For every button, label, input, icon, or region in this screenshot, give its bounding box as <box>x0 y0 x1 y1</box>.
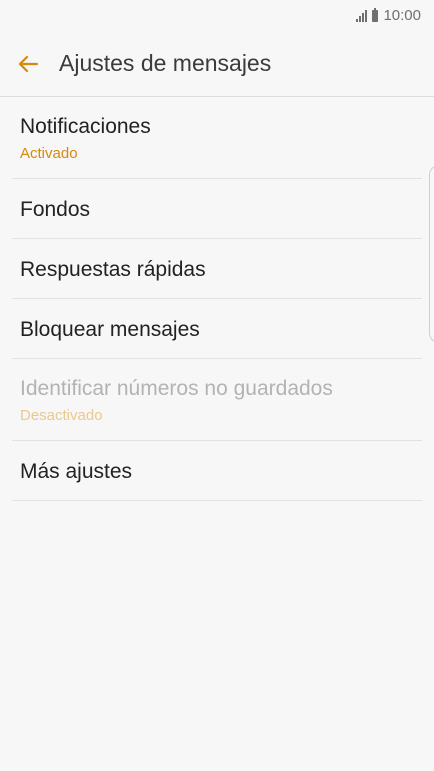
setting-status: Activado <box>20 145 78 162</box>
setting-title: Bloquear mensajes <box>20 318 200 341</box>
settings-screen: 10:00 Ajustes de mensajes Notificaciones… <box>0 0 434 771</box>
setting-respuestas-rapidas[interactable]: Respuestas rápidas <box>12 239 422 299</box>
page-title: Ajustes de mensajes <box>59 50 272 76</box>
edge-panel-handle[interactable] <box>429 165 434 343</box>
status-bar: 10:00 <box>0 0 434 32</box>
status-indicators: 10:00 <box>356 7 421 24</box>
setting-title: Fondos <box>20 198 91 221</box>
status-time: 10:00 <box>383 7 421 24</box>
arrow-left-icon <box>18 55 39 73</box>
battery-icon <box>372 7 379 22</box>
back-button[interactable] <box>12 48 44 80</box>
setting-identificar-numeros: Identificar números no guardados Desacti… <box>12 359 422 441</box>
setting-title: Más ajustes <box>20 460 133 483</box>
setting-title: Respuestas rápidas <box>20 258 206 281</box>
setting-status: Desactivado <box>20 407 103 424</box>
setting-title: Notificaciones <box>20 115 151 138</box>
setting-fondos[interactable]: Fondos <box>12 179 422 239</box>
setting-notificaciones[interactable]: Notificaciones Activado <box>12 97 422 179</box>
setting-mas-ajustes[interactable]: Más ajustes <box>12 441 422 501</box>
signal-icon <box>356 9 368 22</box>
settings-list: Notificaciones Activado Fondos Respuesta… <box>0 97 434 501</box>
setting-bloquear-mensajes[interactable]: Bloquear mensajes <box>12 299 422 359</box>
app-bar: Ajustes de mensajes <box>0 32 434 97</box>
setting-title: Identificar números no guardados <box>20 377 333 400</box>
